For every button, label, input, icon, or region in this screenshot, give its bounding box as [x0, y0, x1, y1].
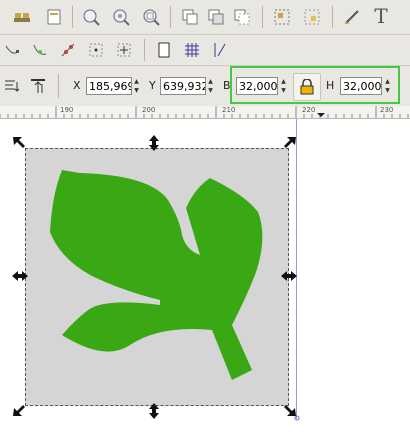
clone-icon[interactable] [206, 8, 226, 26]
separator [72, 6, 73, 28]
ruler-label: 210 [222, 106, 236, 114]
text-tool-icon[interactable]: T [370, 4, 392, 28]
zoom-selection-icon[interactable] [80, 7, 102, 27]
xml-editor-icon[interactable] [342, 8, 362, 26]
snap-paths-icon[interactable] [30, 41, 50, 59]
import-icon[interactable] [44, 8, 64, 26]
x-stepper[interactable]: ▲ ▼ [132, 77, 141, 95]
separator [144, 39, 145, 61]
y-stepper[interactable]: ▲ ▼ [206, 77, 215, 95]
ruler-label: 230 [380, 106, 394, 114]
grid-icon[interactable] [182, 41, 202, 59]
duplicate-icon[interactable] [180, 8, 200, 26]
y-label: Y [149, 79, 156, 92]
snap-page-icon[interactable] [154, 41, 174, 59]
separator [58, 74, 59, 98]
unlink-clone-icon[interactable] [232, 8, 252, 26]
snap-rotation-center-icon[interactable] [114, 41, 134, 59]
snap-center-icon[interactable] [86, 41, 106, 59]
snap-intersections-icon[interactable] [58, 41, 78, 59]
separator [262, 6, 263, 28]
separator [332, 6, 333, 28]
y-input[interactable]: 639,932 [160, 77, 206, 95]
snap-nodes-icon[interactable] [2, 41, 22, 59]
ruler-label: 200 [142, 106, 156, 114]
selection-box[interactable] [25, 148, 289, 406]
guides-icon[interactable] [210, 41, 230, 59]
x-input[interactable]: 185,969 [86, 77, 132, 95]
size-highlight-box [230, 66, 400, 104]
separator [170, 6, 171, 28]
ruler-label: 190 [60, 106, 74, 114]
ruler-label: 220 [302, 106, 316, 114]
page-border-line [296, 119, 297, 419]
zoom-drawing-icon[interactable] [110, 7, 132, 27]
ungroup-icon[interactable] [302, 8, 322, 26]
commands-toolbar: T [0, 0, 410, 35]
group-icon[interactable] [272, 8, 292, 26]
zoom-page-icon[interactable] [140, 7, 162, 27]
scale-stroke-icon[interactable] [2, 77, 22, 95]
snap-toolbar [0, 35, 410, 66]
horizontal-ruler: 190 200 210 220 230 [0, 106, 410, 119]
x-label: X [73, 79, 81, 92]
print-icon[interactable] [12, 8, 32, 26]
scale-corners-icon[interactable] [28, 77, 48, 95]
